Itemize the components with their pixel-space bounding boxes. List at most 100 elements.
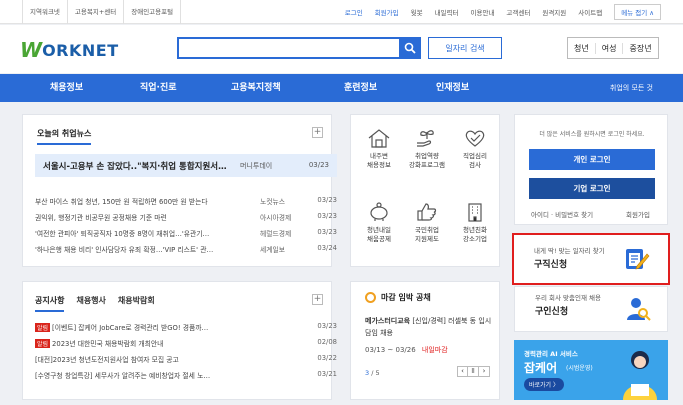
support-link[interactable]: 고객센터 — [500, 7, 536, 17]
news-item[interactable]: 권익위, 행정기관 비공무원 공정채용 기준 마련 아시아경제 03/23 — [35, 210, 337, 225]
news-card: 오늘의 취업뉴스 + 서울시-고용부 손 잡았다.."복지·취업 통합지원서… … — [22, 114, 337, 267]
house-icon — [368, 129, 390, 148]
header: W ORKNET 일자리 검색 청년 여성 중장년 — [0, 25, 683, 73]
service-label: 검사 — [469, 161, 481, 169]
service-psych-test[interactable]: 직업심리 검사 — [455, 127, 495, 170]
job-search-button[interactable]: 일자리 검색 — [428, 37, 502, 59]
nav-jobs[interactable]: 채용정보 — [50, 74, 83, 102]
service-label: 채용정보 — [367, 161, 391, 169]
news-item[interactable]: 부산 마이스 취업 청년, 150만 원 적립하면 600만 원 받는다 노컷뉴… — [35, 194, 337, 209]
news-item-source: 헤럴드경제 — [260, 230, 292, 238]
worknet-logo[interactable]: W ORKNET — [20, 38, 119, 62]
building-icon — [468, 203, 482, 222]
remote-link[interactable]: 원격지원 — [536, 7, 572, 17]
news-title[interactable]: 오늘의 취업뉴스 — [37, 128, 92, 145]
nav-all-about-employment[interactable]: 취업의 모든 것 — [610, 74, 653, 102]
seedling-hand-icon — [417, 130, 434, 147]
news-item-title: 권익위, 행정기관 비공무원 공정채용 기준 마련 — [35, 214, 167, 222]
notice-item-date: 03/23 — [317, 322, 337, 330]
find-account-link[interactable]: 아이디 · 비밀번호 찾기 — [531, 209, 593, 219]
deadline-page: 3 — [365, 369, 370, 377]
news-item-source: 노컷뉴스 — [260, 198, 286, 206]
service-youth-friendly-company[interactable]: 청년친화 강소기업 — [455, 201, 495, 244]
audience-women[interactable]: 여성 — [596, 42, 624, 54]
search-input[interactable] — [177, 37, 421, 59]
tab-job-fair[interactable]: 채용박람회 — [118, 295, 155, 312]
piggy-bank-icon — [370, 202, 388, 221]
service-label: 지원제도 — [415, 235, 439, 243]
deadline-posting[interactable]: 메가스터디교육 [신입/경력] 러셀북 동 입시담임 채용 — [365, 315, 495, 339]
headline-title: 서울시-고용부 손 잡았다.."복지·취업 통합지원서… — [43, 162, 227, 172]
employer-request-card[interactable]: 우리 회사 맞춤인재 채용 구인신청 — [514, 286, 668, 332]
person-illustration-icon — [623, 351, 657, 400]
news-item-source: 세계일보 — [260, 246, 286, 254]
nav-training[interactable]: 훈련정보 — [344, 74, 377, 102]
notice-more-button[interactable]: + — [312, 294, 323, 305]
heart-check-icon — [465, 130, 485, 147]
news-item-date: 03/24 — [317, 244, 337, 252]
notice-item[interactable]: 알림 2023년 대한민국 채용박람회 개최안내 02/08 — [35, 336, 337, 351]
news-item[interactable]: '여전한 관피아' 퇴직공직자 10명중 8명이 재취업…'유관기… 헤럴드경제… — [35, 226, 337, 241]
notice-card: 공지사항 채용행사 채용박람회 + 알림 [이벤트] 잡케어 JobCare로 경… — [22, 281, 337, 400]
highlight-box — [512, 233, 670, 285]
notice-item-title: [이벤트] 잡케어 JobCare로 경력관리 받GO! 경품까… — [52, 324, 209, 332]
news-headline[interactable]: 서울시-고용부 손 잡았다.."복지·취업 통합지원서… 머니투데이 03/23 — [35, 154, 337, 177]
company-login-button[interactable]: 기업 로그인 — [529, 178, 655, 199]
naeil-link[interactable]: 내일력터 — [429, 7, 465, 17]
tab-notice[interactable]: 공지사항 — [35, 295, 65, 312]
join-link[interactable]: 회원가입 — [626, 209, 650, 219]
pause-icon[interactable]: ll — [468, 366, 479, 377]
nav-talent[interactable]: 인재정보 — [436, 74, 469, 102]
news-item-title: '하나은행 채용 비리' 인사담당자 유죄 확정…'VIP 리스트' 관… — [35, 246, 214, 254]
news-item-source: 아시아경제 — [260, 214, 292, 222]
service-label: 청년친화 — [463, 226, 487, 234]
audience-middle-aged[interactable]: 중장년 — [623, 43, 657, 54]
service-national-employment-support[interactable]: 국민취업 지원제도 — [407, 201, 447, 244]
banner-line1: 경력관리 AI 서비스 — [524, 350, 578, 358]
top-link[interactable]: 지역워크넷 — [22, 0, 68, 24]
top-link[interactable]: 고용복지+센터 — [68, 0, 125, 24]
notice-item-date: 03/22 — [317, 354, 337, 362]
sitemap-link[interactable]: 사이트맵 — [572, 7, 608, 17]
banner-line3: (시범운영) — [566, 365, 593, 372]
notice-item[interactable]: 알림 [이벤트] 잡케어 JobCare로 경력관리 받GO! 경품까… 03/2… — [35, 320, 337, 335]
hire-request-main: 구인신청 — [535, 307, 569, 317]
jobcare-banner[interactable]: 경력관리 AI 서비스 잡케어 (시범운영) 바로가기 〉 — [514, 340, 668, 400]
news-more-button[interactable]: + — [312, 127, 323, 138]
prev-icon[interactable]: ‹ — [457, 366, 468, 377]
news-item-date: 03/23 — [317, 212, 337, 220]
tab-recruit-event[interactable]: 채용행사 — [76, 295, 105, 312]
notice-item-date: 03/21 — [317, 370, 337, 378]
service-nearby-jobs[interactable]: 내주변 채용정보 — [359, 127, 399, 170]
hire-request-sub: 우리 회사 맞춤인재 채용 — [535, 294, 601, 302]
login-link[interactable]: 로그인 — [339, 7, 369, 17]
news-item-title: 부산 마이스 취업 청년, 150만 원 적립하면 600만 원 받는다 — [35, 198, 208, 206]
signup-link[interactable]: 회원가입 — [369, 7, 405, 17]
service-youth-savings[interactable]: 청년내일 채움공제 — [359, 201, 399, 244]
service-employability-program[interactable]: 취업역량 강화프로그램 — [407, 127, 447, 170]
deadline-company: 메가스터디교육 — [365, 317, 411, 325]
service-label: 강소기업 — [463, 235, 487, 243]
news-item-date: 03/23 — [317, 228, 337, 236]
headline-source: 머니투데이 — [240, 162, 273, 170]
audience-youth[interactable]: 청년 — [568, 42, 596, 54]
news-item[interactable]: '하나은행 채용 비리' 인사담당자 유죄 확정…'VIP 리스트' 관… 세계… — [35, 242, 337, 257]
personal-login-button[interactable]: 개인 로그인 — [529, 149, 655, 170]
banner-go-button[interactable]: 바로가기 〉 — [524, 378, 564, 391]
search-button[interactable] — [399, 37, 421, 59]
menu-collapse-button[interactable]: 메뉴 접기 ∧ — [614, 4, 661, 20]
top-link[interactable]: 장애인고용포털 — [124, 0, 182, 24]
notice-item[interactable]: [수영구청 창업특강] 세무사가 알려주는 예비창업자 절세 노… 03/21 — [35, 368, 337, 383]
nav-welfare-policy[interactable]: 고용복지정책 — [231, 74, 281, 102]
chatbot-link[interactable]: 웟봇 — [405, 7, 429, 17]
nav-career[interactable]: 직업·진로 — [140, 74, 177, 102]
service-label: 직업심리 — [463, 152, 487, 160]
guide-link[interactable]: 이용안내 — [465, 7, 501, 17]
notice-item[interactable]: [대전]2023년 청년도전지원사업 참여자 모집 공고 03/22 — [35, 352, 337, 367]
audience-selector: 청년 여성 중장년 — [567, 37, 659, 59]
thumbs-up-icon — [417, 203, 437, 221]
top-utility-bar: 지역워크넷 고용복지+센터 장애인고용포털 로그인 회원가입 웟봇 내일력터 이… — [0, 0, 683, 24]
headline-date: 03/23 — [308, 161, 329, 169]
next-icon[interactable]: › — [479, 366, 490, 377]
login-message: 더 많은 서비스를 원하시면 로그인 하세요. — [539, 131, 645, 138]
